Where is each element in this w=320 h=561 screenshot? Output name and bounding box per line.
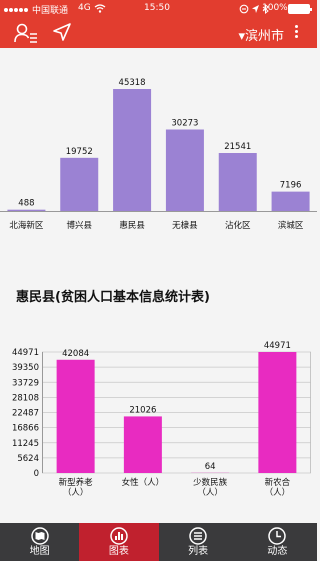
chart-bar (271, 191, 310, 211)
bar-value-label: 45318 (119, 78, 146, 88)
y-tick-label: 11245 (12, 439, 39, 449)
tab-map[interactable]: 地图 (0, 523, 79, 561)
y-tick-label: 28108 (12, 393, 39, 403)
user-profile-button[interactable] (13, 21, 39, 45)
locate-button[interactable] (51, 21, 77, 45)
location-arrow-icon (252, 5, 259, 13)
status-bar: 中国联通 4G 15:50 100% (0, 0, 317, 17)
chart-bar (165, 129, 204, 211)
bar-value-label: 42084 (62, 349, 89, 359)
category-label: 惠民县 (119, 220, 145, 231)
city-selector[interactable]: ▾滨州市 (238, 25, 284, 44)
category-label: 北海新区 (9, 220, 44, 231)
category-label: 无棣县 (172, 220, 198, 231)
more-menu-button[interactable] (293, 25, 299, 41)
chart-title: 惠民县(贫困人口基本信息统计表) (16, 290, 210, 305)
category-label: 新型养老 (59, 477, 94, 488)
category-label: 滨城区 (278, 220, 304, 231)
orientation-lock-icon (239, 4, 249, 14)
chart-bar (218, 153, 257, 211)
bar-value-label: 488 (18, 199, 34, 209)
tab-list[interactable]: 列表 (159, 523, 238, 561)
y-tick-label: 0 (34, 469, 39, 479)
map-icon (30, 527, 49, 545)
county-bar-chart: 488 北海新区 19752 博兴县 45318 惠民县 30273 无棣县 21541 沾化区 7… (0, 78, 317, 231)
battery-icon (288, 4, 312, 14)
bottom-tab-bar: 地图 图表 列表 动态 (0, 523, 317, 561)
wifi-icon (94, 4, 106, 13)
category-label: （人） (63, 487, 89, 498)
category-label: 博兴县 (66, 220, 92, 231)
list-icon (189, 527, 207, 545)
bar-value-label: 7196 (280, 181, 302, 191)
category-label: 女性（人） (122, 477, 165, 488)
battery-percent: 100% (262, 3, 288, 13)
bar-value-label: 21026 (129, 405, 156, 415)
chart-bar (7, 209, 46, 211)
bar-chart-icon (110, 527, 128, 545)
user-list-icon (14, 23, 37, 43)
category-label: （人） (265, 487, 291, 498)
category-label: 少数民族 (193, 477, 228, 488)
tab-chart[interactable]: 图表 (79, 523, 159, 561)
carrier-name: 中国联通 (32, 6, 69, 16)
y-tick-label: 44971 (12, 348, 39, 358)
poverty-stats-bar-chart: 0 5624 11245 16866 22487 28108 33729 39350 44971… (12, 341, 311, 498)
bar-value-label: 64 (205, 462, 216, 472)
navigation-arrow-icon (53, 23, 71, 41)
category-label: 沾化区 (225, 220, 251, 231)
bar-value-label: 44971 (264, 341, 291, 351)
chart-bar (113, 89, 152, 211)
bar-value-label: 19752 (66, 147, 93, 157)
chart-bar (60, 157, 99, 211)
category-label: （人） (197, 487, 223, 498)
chart-bar (123, 416, 162, 473)
clock-time: 15:50 (144, 3, 170, 13)
clock-icon (268, 527, 287, 545)
tab-label: 动态 (267, 546, 288, 557)
y-tick-label: 22487 (12, 409, 39, 419)
bar-value-label: 30273 (171, 119, 198, 129)
signal-strength-icon (4, 5, 30, 12)
category-label: 新农合 (265, 477, 291, 488)
chart-bar (258, 352, 297, 473)
y-tick-label: 39350 (12, 363, 39, 373)
city-name: 滨州市 (244, 29, 284, 44)
bar-value-label: 21541 (224, 142, 251, 152)
tab-label: 图表 (108, 546, 129, 557)
chart-bar (56, 359, 95, 473)
tab-label: 地图 (29, 546, 50, 557)
tab-activity[interactable]: 动态 (238, 523, 317, 561)
y-tick-label: 16866 (12, 424, 39, 434)
y-tick-label: 5624 (17, 454, 39, 464)
network-type: 4G (78, 3, 91, 13)
top-nav-bar: ▾滨州市 (0, 17, 317, 48)
tab-label: 列表 (188, 546, 209, 557)
y-tick-label: 33729 (12, 378, 39, 388)
